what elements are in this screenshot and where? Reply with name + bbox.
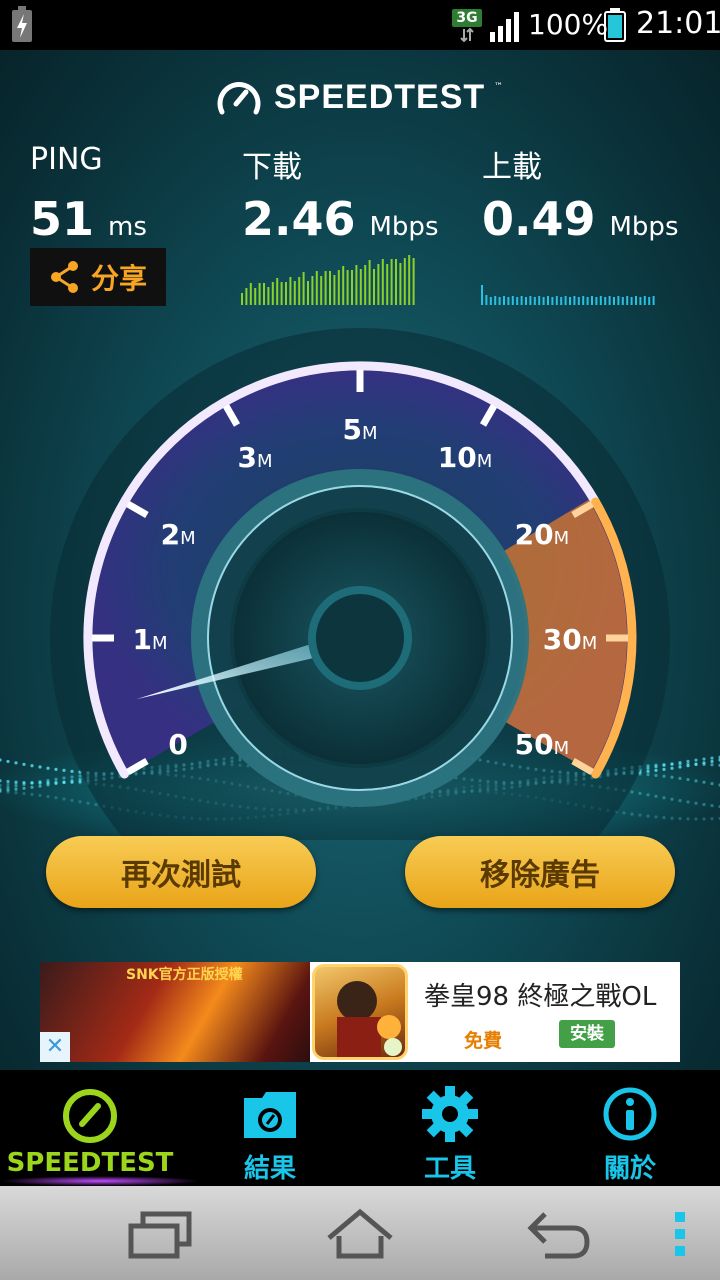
upload-stat: 上載 0.49 Mbps	[482, 142, 679, 246]
ad-install-button[interactable]: 安裝	[559, 1020, 615, 1048]
recent-apps-icon[interactable]	[125, 1204, 195, 1264]
ad-game-title: 拳皇98 終極之戰OL	[424, 982, 657, 1012]
download-label: 下載	[242, 150, 302, 185]
logo-text: SPEEDTEST	[274, 78, 486, 116]
ping-unit: ms	[108, 212, 147, 242]
info-icon	[603, 1087, 657, 1141]
retest-button[interactable]: 再次測試	[46, 836, 316, 908]
tab-speedtest[interactable]: SPEEDTEST	[0, 1070, 200, 1186]
share-icon	[50, 261, 78, 293]
battery-percent: 100%	[528, 8, 609, 41]
status-bar: 3G 100% 21:01	[0, 0, 720, 50]
system-nav-bar	[0, 1186, 720, 1280]
upload-unit: Mbps	[609, 212, 679, 242]
download-unit: Mbps	[369, 212, 439, 242]
ping-value: 51	[30, 192, 95, 246]
active-tab-glow	[0, 1176, 200, 1186]
battery-charging-icon	[12, 6, 32, 42]
ad-free-label: 免費	[464, 1030, 503, 1052]
bottom-tab-bar: SPEEDTEST 結果 工具 關於	[0, 1070, 720, 1186]
tab-label-results: 結果	[243, 1154, 296, 1184]
gear-icon	[422, 1086, 478, 1142]
remove-ads-button[interactable]: 移除廣告	[405, 836, 675, 908]
tab-label-tools: 工具	[423, 1154, 476, 1184]
tab-tools[interactable]: 工具	[360, 1070, 540, 1186]
speed-gauge: 01M2M3M5M10M20M30M50M	[0, 328, 720, 840]
ping-label: PING	[30, 142, 103, 177]
tab-label-about: 關於	[603, 1154, 656, 1184]
ad-banner[interactable]: SNK官方正版授權 ✕ 拳皇98 終極之戰OL 免費 安裝	[40, 962, 680, 1062]
ad-banner-text: SNK官方正版授權	[126, 967, 243, 983]
home-icon[interactable]	[325, 1204, 395, 1264]
clock: 21:01	[636, 6, 720, 41]
speedtest-main: SPEEDTEST ™ PING 51 ms 下載 2.46 Mbps 上載 0.4…	[0, 50, 720, 1070]
download-value: 2.46	[242, 192, 356, 246]
results-folder-icon	[244, 1092, 296, 1138]
speedtest-logo: SPEEDTEST ™	[0, 78, 720, 118]
speedometer-logo-icon	[217, 82, 261, 115]
upload-value: 0.49	[482, 192, 596, 246]
ping-stat: PING 51 ms	[30, 142, 147, 246]
tab-about[interactable]: 關於	[540, 1070, 720, 1186]
gauge-tick-label: 0	[168, 728, 187, 761]
tab-results[interactable]: 結果	[180, 1070, 360, 1186]
menu-dots-icon[interactable]	[668, 1204, 692, 1264]
game-app-icon[interactable]	[312, 964, 408, 1060]
download-stat: 下載 2.46 Mbps	[242, 142, 439, 246]
signal-strength-icon	[490, 12, 519, 42]
battery-icon	[604, 8, 626, 42]
ad-game-artwork[interactable]: SNK官方正版授權	[40, 962, 310, 1062]
speedometer-icon	[63, 1089, 117, 1143]
share-label: 分享	[90, 262, 147, 295]
upload-label: 上載	[482, 150, 542, 185]
ad-close-icon[interactable]: ✕	[40, 1032, 70, 1062]
tab-label-speedtest: SPEEDTEST	[6, 1148, 174, 1178]
back-icon[interactable]	[525, 1204, 595, 1264]
logo-trademark: ™	[494, 82, 503, 92]
share-button[interactable]: 分享	[30, 248, 166, 306]
network-type-icon: 3G	[452, 9, 482, 43]
upload-sparkline	[481, 285, 655, 305]
download-sparkline	[241, 255, 415, 305]
